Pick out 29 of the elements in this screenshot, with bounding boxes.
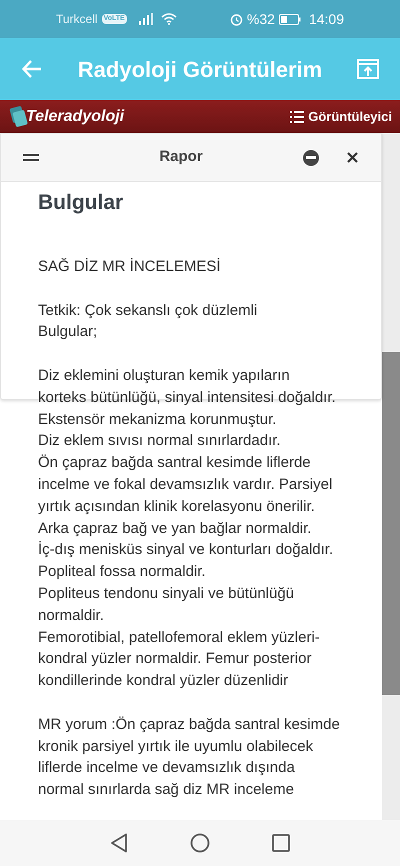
minimize-button[interactable]: [303, 150, 319, 166]
logo-icon: [8, 106, 28, 128]
battery-percent: %32: [246, 10, 275, 28]
report-heading: Bulgular: [38, 190, 124, 216]
panel-title: Rapor: [158, 147, 204, 168]
menu-icon: [23, 154, 39, 161]
close-icon: [346, 152, 358, 163]
list-icon: [290, 110, 304, 122]
wifi-icon: [160, 13, 177, 25]
back-icon[interactable]: [110, 833, 128, 853]
minus-icon: [306, 156, 316, 159]
alarm-icon: [230, 12, 243, 26]
battery-icon: [278, 14, 301, 24]
clock-time: 14:09: [308, 10, 344, 28]
upload-icon: [357, 59, 379, 79]
viewer-button[interactable]: Görüntüleyici: [290, 106, 392, 126]
report-paragraph: SAĞ DİZ MR İNCELEMESİ: [38, 257, 221, 277]
home-icon[interactable]: [190, 833, 210, 853]
signal-icon: [138, 13, 153, 25]
close-button[interactable]: [345, 150, 359, 164]
report-paragraph: Tetkik: Çok sekanslı çok düzlemli Bulgular;: [38, 300, 258, 342]
report-paragraph: Diz eklemini oluşturan kemik yapıların korteks bütünlüğü, sinyal intensitesi doğaldır. Ekstensör mekanizma korunmuştur. Diz eklem sıvısı normal sınırlardadır. Ön çapraz bağda santral kesimde liflerde incelme ve fokal devamsızlık vardır. Parsiyel yırtık açısından klinik korelasyonu önerilir. Arka çapraz bağ ve yan bağlar normaldir. İç-dış menisküs sinyal ve konturları doğaldır. Popliteal fossa normaldir. Popliteus tendonu sinyali ve bütünlüğü normaldir. Femorotibial, patellofemoral eklem yüzleri- kondral yüzler normaldir. Femur posterior kondillerinde kondral yüzler düzenlidir: [38, 366, 336, 692]
app-title: Radyoloji Görüntülerim: [76, 56, 324, 84]
scrollbar-thumb[interactable]: [382, 352, 400, 695]
report-paragraph: MR yorum :Ön çapraz bağda santral kesimde kronik parsiyel yırtık ile uyumlu olabilecek liflerde incelme ve devamsızlık dışında normal sınırlarda sağ diz MR inceleme: [38, 714, 340, 800]
carrier-name: Turkcell: [56, 11, 98, 28]
logo-text: Teleradyoloji: [26, 106, 124, 126]
back-arrow-icon: [22, 60, 42, 78]
recents-icon[interactable]: [272, 834, 290, 852]
